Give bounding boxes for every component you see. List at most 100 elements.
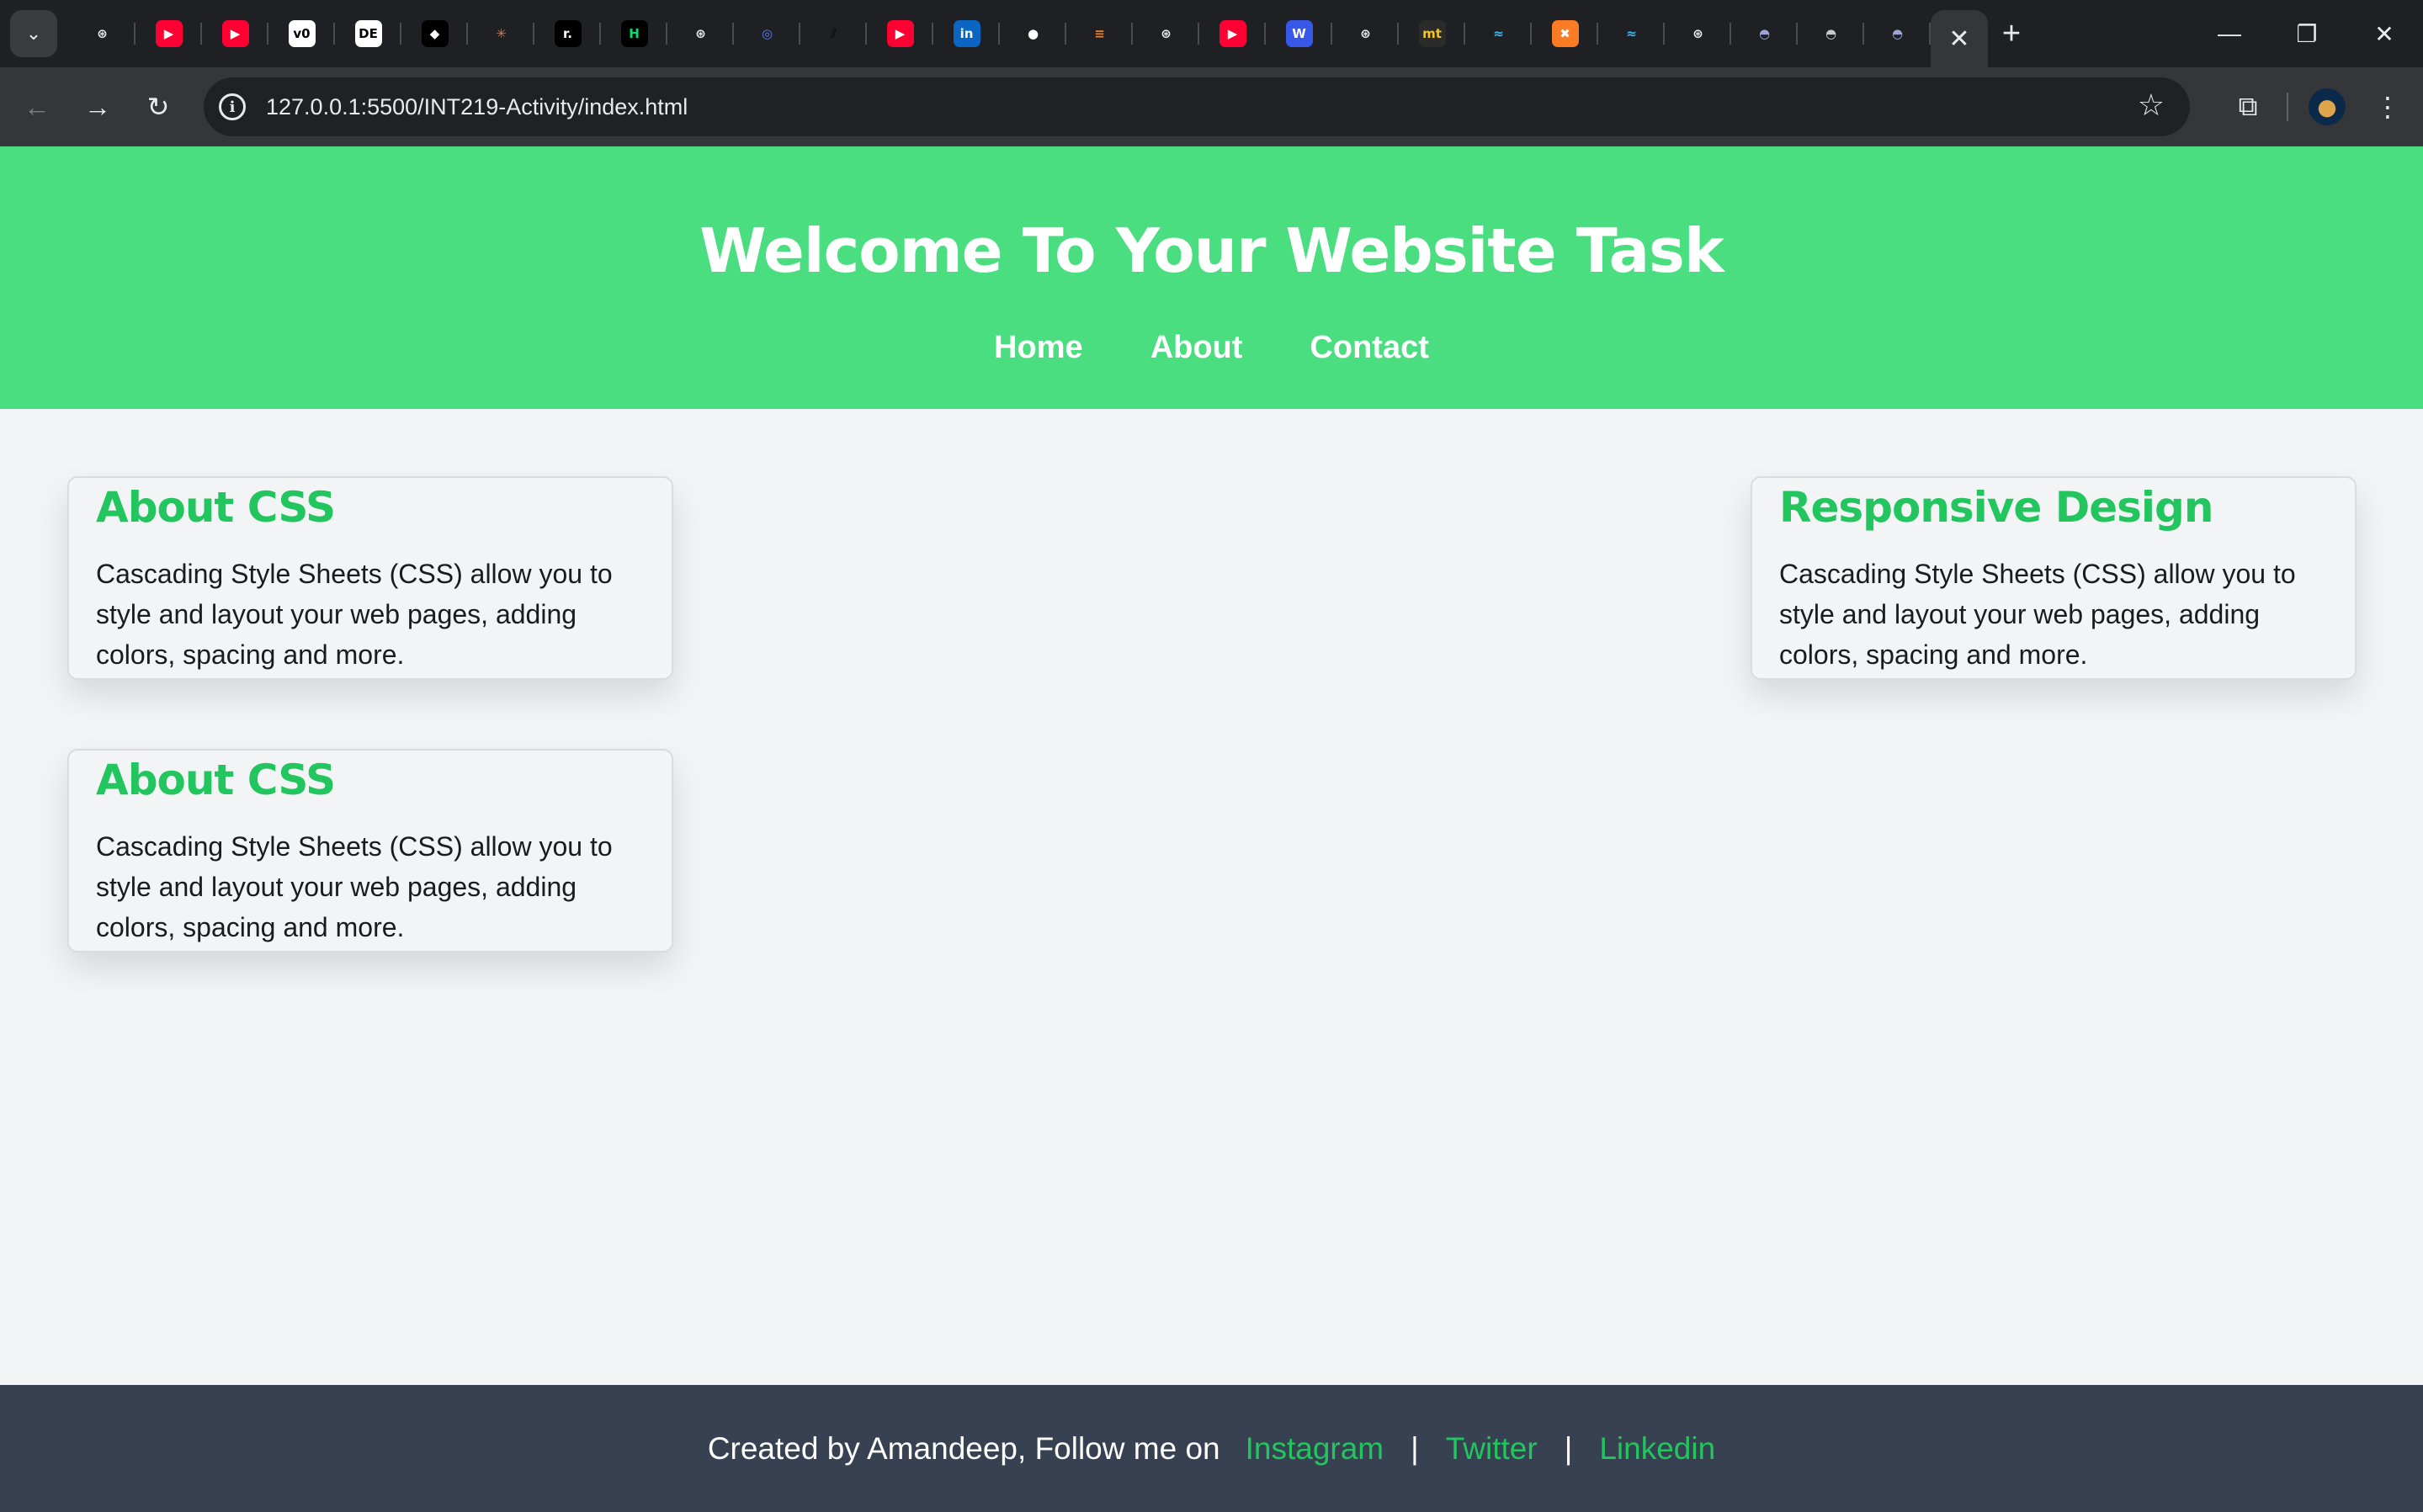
footer-separator: |	[1564, 1430, 1573, 1466]
browser-tab[interactable]: ≡	[1066, 0, 1133, 67]
more-vert-icon: ⋮	[2374, 92, 2401, 122]
address-bar[interactable]: i 127.0.0.1:5500/INT219-Activity/index.h…	[204, 77, 2190, 136]
replit-r-icon: r.	[554, 20, 582, 47]
back-button[interactable]: ←	[7, 77, 67, 137]
browser-tab[interactable]: W	[1266, 0, 1332, 67]
youtube-icon: ▶	[155, 20, 183, 47]
active-browser-tab[interactable]: ✕	[1931, 10, 1988, 67]
chatgpt-icon: ⊛	[1352, 20, 1379, 47]
avatar	[2309, 88, 2346, 125]
dome-icon: ◓	[1884, 20, 1911, 47]
site-info-icon[interactable]: i	[219, 93, 246, 120]
chatgpt-icon: ⊛	[687, 20, 715, 47]
card-responsive-design: Responsive Design Cascading Style Sheets…	[1751, 476, 2357, 680]
wordpress-icon: W	[1285, 20, 1313, 47]
youtube-icon: ▶	[1219, 20, 1246, 47]
card-heading: About CSS	[96, 756, 336, 804]
profile-button[interactable]	[2297, 77, 2357, 137]
forward-button[interactable]: →	[67, 77, 128, 137]
browser-tab[interactable]: v0	[268, 0, 335, 67]
browser-tab[interactable]: ≈	[1465, 0, 1532, 67]
restore-button[interactable]: ❐	[2268, 0, 2346, 67]
puzzle-icon: ⧉	[2238, 91, 2258, 121]
linkedin-icon: in	[953, 20, 980, 47]
chevron-down-icon: ⌄	[25, 23, 42, 44]
tailwind-icon: ≈	[1618, 20, 1645, 47]
browser-tab[interactable]: ✳	[468, 0, 534, 67]
dome-icon: ◓	[1817, 20, 1845, 47]
browser-tab[interactable]: ◆	[401, 0, 468, 67]
site-footer: Created by Amandeep, Follow me on Instag…	[0, 1385, 2423, 1512]
cube-icon: ◆	[421, 20, 449, 47]
browser-tab[interactable]: ▶	[202, 0, 268, 67]
browser-tab[interactable]: ⊛	[1665, 0, 1731, 67]
browser-tab[interactable]: ◓	[1798, 0, 1864, 67]
footer-credit: Created by Amandeep, Follow me on	[707, 1430, 1220, 1466]
browser-tab[interactable]: ●	[1000, 0, 1066, 67]
dome-icon: ◓	[1751, 20, 1778, 47]
xampp-icon: ✖	[1551, 20, 1579, 47]
extensions-button[interactable]: ⧉	[2218, 77, 2278, 137]
url-text[interactable]: 127.0.0.1:5500/INT219-Activity/index.htm…	[266, 94, 688, 120]
nav-link-about[interactable]: About	[1150, 330, 1243, 366]
minimize-button[interactable]: —	[2191, 0, 2268, 67]
new-tab-button[interactable]: +	[1988, 0, 2035, 67]
arrow-left-icon: ←	[24, 91, 50, 122]
chatgpt-icon: ⊛	[88, 20, 116, 47]
card-text: Cascading Style Sheets (CSS) allow you t…	[96, 831, 613, 942]
browser-tab[interactable]: in	[933, 0, 1000, 67]
site-header: Welcome To Your Website Task Home About …	[0, 146, 2423, 409]
stackoverflow-icon: ≡	[1086, 20, 1113, 47]
hashnode-icon: H	[620, 20, 648, 47]
footer-link-twitter[interactable]: Twitter	[1446, 1431, 1538, 1467]
browser-tab[interactable]: ⊛	[69, 0, 135, 67]
bookmark-star-icon[interactable]: ☆	[2138, 88, 2165, 123]
mt-icon: mt	[1418, 20, 1446, 47]
close-window-button[interactable]: ✕	[2346, 0, 2423, 67]
minimize-icon: —	[2218, 20, 2241, 46]
youtube-icon: ▶	[886, 20, 914, 47]
chatgpt-icon: ⊛	[1152, 20, 1180, 47]
browser-tab[interactable]: ⫽	[800, 0, 867, 67]
tab-search-button[interactable]: ⌄	[10, 10, 57, 57]
browser-tab[interactable]: ⊛	[667, 0, 734, 67]
browser-tab[interactable]: ≈	[1598, 0, 1665, 67]
card-heading: Responsive Design	[1779, 483, 2213, 532]
browser-tab[interactable]: ▶	[135, 0, 202, 67]
footer-separator: |	[1411, 1430, 1419, 1466]
browser-tab[interactable]: r.	[534, 0, 601, 67]
window-controls: — ❐ ✕	[2191, 0, 2423, 67]
browser-tab[interactable]: ◓	[1731, 0, 1798, 67]
chatgpt-icon: ⊛	[1684, 20, 1712, 47]
deepseek-icon: ◎	[753, 20, 781, 47]
browser-tab[interactable]: ⊛	[1133, 0, 1199, 67]
browser-tab[interactable]: ✖	[1532, 0, 1598, 67]
slash-icon: ⫽	[820, 20, 848, 47]
nav-link-contact[interactable]: Contact	[1310, 330, 1428, 366]
reload-button[interactable]: ↻	[128, 77, 189, 137]
menu-button[interactable]: ⋮	[2357, 77, 2418, 137]
browser-tab[interactable]: ◎	[734, 0, 800, 67]
browser-tab[interactable]: H	[601, 0, 667, 67]
card-text: Cascading Style Sheets (CSS) allow you t…	[96, 559, 613, 670]
de-icon: DE	[354, 20, 382, 47]
browser-tab[interactable]: ▶	[867, 0, 933, 67]
card-text: Cascading Style Sheets (CSS) allow you t…	[1779, 559, 2296, 670]
card-about-css-2: About CSS Cascading Style Sheets (CSS) a…	[67, 749, 673, 952]
card-heading: About CSS	[96, 483, 336, 532]
nav-link-home[interactable]: Home	[994, 330, 1083, 366]
close-tab-icon[interactable]: ✕	[1946, 24, 1973, 54]
browser-tab[interactable]: ▶	[1199, 0, 1266, 67]
browser-tab[interactable]: DE	[335, 0, 401, 67]
footer-link-instagram[interactable]: Instagram	[1246, 1431, 1384, 1467]
reload-icon: ↻	[146, 92, 170, 122]
browser-tab[interactable]: ◓	[1864, 0, 1931, 67]
footer-link-linkedin[interactable]: Linkedin	[1599, 1431, 1715, 1467]
toolbar-right-actions: ⧉ ⋮	[2218, 67, 2423, 146]
youtube-icon: ▶	[221, 20, 249, 47]
page-title: Welcome To Your Website Task	[699, 215, 1724, 286]
browser-tab[interactable]: mt	[1399, 0, 1465, 67]
tab-list: ⊛ ▶ ▶ v0 DE ◆ ✳ r. H ⊛ ◎ ⫽ ▶ in ● ≡ ⊛ ▶ W ⊛ mt ≈ ✖ ≈ ⊛ ◓ ◓ ◓ ✕	[69, 0, 1988, 67]
toolbar-divider	[2287, 93, 2288, 121]
browser-tab[interactable]: ⊛	[1332, 0, 1399, 67]
